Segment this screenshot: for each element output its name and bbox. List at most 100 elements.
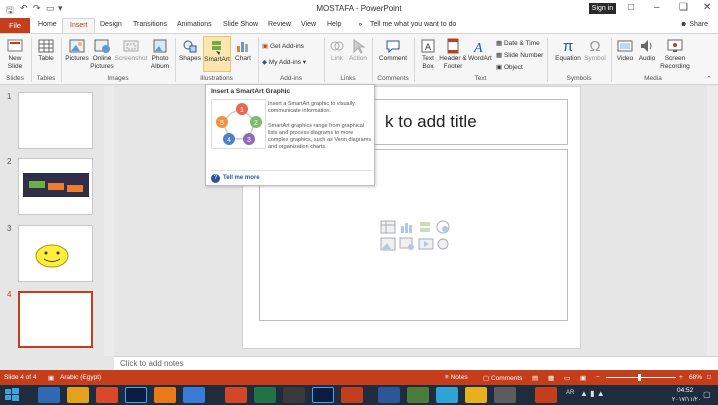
thumbnail-scrollbar[interactable]	[104, 86, 114, 356]
pictures-button[interactable]: Pictures	[64, 38, 90, 63]
tell-me-box[interactable]: Tell me what you want to do	[370, 21, 456, 28]
photoshop-icon[interactable]	[125, 387, 147, 403]
spellcheck-icon[interactable]: ▣	[48, 374, 54, 382]
action-button[interactable]: Action	[347, 38, 369, 63]
file-explorer-icon[interactable]	[67, 387, 89, 403]
symbol-button[interactable]: Ω Symbol	[583, 38, 607, 63]
notes-toggle[interactable]: ≡ Notes	[445, 374, 468, 381]
comments-toggle[interactable]: ▢ Comments	[483, 374, 522, 382]
video-button[interactable]: Video	[614, 38, 636, 63]
input-language[interactable]: AR	[566, 390, 574, 396]
ie-browser-icon[interactable]	[38, 387, 60, 403]
photo-album-button[interactable]: Photo Album	[148, 38, 172, 71]
zoom-in-button[interactable]: +	[679, 374, 683, 381]
system-tray-icons[interactable]: ▲ ▮ ▲	[580, 389, 605, 398]
tab-review[interactable]: Review	[268, 21, 291, 28]
insert-table-icon[interactable]	[380, 220, 396, 234]
ribbon: New Slide Slides Table Tables Pictures O…	[0, 33, 718, 85]
smartart-button[interactable]: SmartArt	[203, 36, 231, 72]
app-icon[interactable]	[436, 387, 458, 403]
notes-pane[interactable]: Click to add notes	[114, 356, 718, 370]
start-button[interactable]	[4, 387, 22, 403]
normal-view-icon[interactable]: ▤	[532, 374, 538, 382]
slideshow-icon[interactable]: ▣	[580, 374, 586, 382]
online-pictures-button[interactable]: Online Pictures	[90, 38, 114, 71]
insert-picture-icon[interactable]	[380, 237, 396, 251]
slide-number-button[interactable]: ▦ Slide Number	[496, 51, 543, 59]
screenshot-button[interactable]: Screenshot	[114, 38, 148, 63]
insert-online-picture-icon[interactable]	[399, 237, 415, 251]
tab-slide-show[interactable]: Slide Show	[223, 21, 258, 28]
online-pictures-icon	[94, 39, 110, 53]
slide-thumbnail-4[interactable]	[18, 291, 93, 348]
zoom-slider[interactable]	[606, 377, 676, 378]
word-icon[interactable]	[378, 387, 400, 403]
app-icon[interactable]	[465, 387, 487, 403]
tab-help[interactable]: Help	[327, 21, 341, 28]
powerpoint-window-icon[interactable]	[341, 387, 363, 403]
slide-sorter-icon[interactable]: ▦	[548, 374, 554, 382]
media-player-icon[interactable]	[154, 387, 176, 403]
app-icon[interactable]	[407, 387, 429, 403]
date-time-button[interactable]: ▦ Date & Time	[496, 39, 540, 47]
zoom-out-button[interactable]: −	[596, 374, 600, 381]
insert-icons-icon[interactable]	[435, 237, 451, 251]
maximize-button[interactable]: ❑	[679, 2, 688, 13]
chart-button[interactable]: Chart	[231, 38, 255, 63]
tab-view[interactable]: View	[301, 21, 316, 28]
fit-slide-icon[interactable]: □	[707, 374, 711, 381]
get-addins-button[interactable]: ▣ Get Add-ins	[262, 42, 304, 50]
language-indicator[interactable]: Arabic (Egypt)	[60, 374, 101, 381]
text-box-button[interactable]: A Text Box	[417, 38, 439, 71]
app-icon[interactable]	[494, 387, 516, 403]
collapse-ribbon-icon[interactable]: ⌃	[706, 75, 712, 83]
minimize-button[interactable]: –	[654, 2, 660, 13]
tell-me-more-link[interactable]: Tell me more	[223, 175, 260, 181]
tab-file[interactable]: File	[0, 18, 30, 34]
app-icon[interactable]	[183, 387, 205, 403]
slide-thumbnail-1[interactable]	[18, 92, 93, 149]
zoom-slider-thumb[interactable]	[638, 374, 641, 381]
object-button[interactable]: ▣ Object	[496, 63, 523, 71]
chrome-icon[interactable]	[96, 387, 118, 403]
app-icon[interactable]	[283, 387, 305, 403]
new-slide-button[interactable]: New Slide	[3, 38, 27, 71]
insert-video-icon[interactable]	[418, 237, 434, 251]
notifications-icon[interactable]: ▢	[703, 390, 711, 399]
sign-in-button[interactable]: Sign in	[589, 3, 616, 14]
wordart-button[interactable]: A WordArt	[467, 38, 493, 63]
screen-recording-button[interactable]: Screen Recording	[659, 38, 691, 71]
comment-button[interactable]: Comment	[376, 38, 410, 63]
excel-icon[interactable]	[254, 387, 276, 403]
slide-scrollbar[interactable]	[707, 86, 718, 356]
slide-thumbnail-2[interactable]	[18, 158, 93, 215]
tab-home[interactable]: Home	[38, 21, 57, 28]
powerpoint-taskbar-icon[interactable]	[535, 387, 557, 403]
insert-smartart-icon[interactable]	[418, 220, 434, 234]
slide-thumbnail-3[interactable]	[18, 225, 93, 282]
clock-date[interactable]: ٢٠١٧/١١/٢٠	[672, 396, 701, 403]
equation-button[interactable]: π Equation	[553, 38, 583, 63]
audio-button[interactable]: Audio	[636, 38, 658, 63]
insert-3d-icon[interactable]	[435, 220, 451, 234]
powerpoint-icon[interactable]	[225, 387, 247, 403]
table-button[interactable]: Table	[34, 38, 58, 63]
share-button[interactable]: ☻ Share	[680, 21, 708, 28]
close-button[interactable]: ✕	[703, 2, 711, 13]
header-footer-button[interactable]: Header & Footer	[439, 38, 467, 71]
reading-view-icon[interactable]: ▭	[564, 374, 570, 382]
ribbon-display-icon[interactable]: □	[628, 2, 634, 13]
tab-design[interactable]: Design	[100, 21, 122, 28]
tab-animations[interactable]: Animations	[177, 21, 212, 28]
clock-time[interactable]: 04:52	[677, 387, 693, 394]
tab-transitions[interactable]: Transitions	[133, 21, 167, 28]
zoom-level[interactable]: 68%	[689, 374, 702, 381]
shapes-button[interactable]: Shapes	[178, 38, 202, 63]
link-button[interactable]: Link	[327, 38, 347, 63]
comments-label: Comments	[490, 375, 523, 382]
my-addins-button[interactable]: ◆ My Add-ins ▾	[262, 58, 306, 66]
insert-chart-icon[interactable]	[399, 220, 415, 234]
photoshop-icon[interactable]	[312, 387, 334, 403]
notes-placeholder: Click to add notes	[120, 359, 184, 368]
smartart-tooltip: Insert a SmartArt Graphic 1 2 3 4 5 Inse…	[205, 84, 375, 186]
